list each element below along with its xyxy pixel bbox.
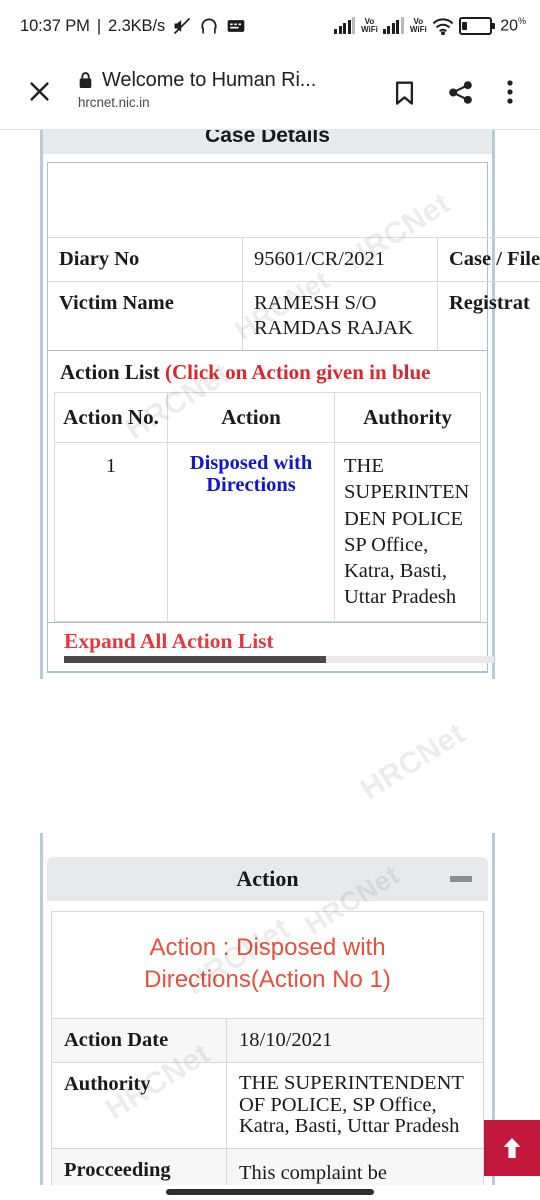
authority-label: Authority (51, 1061, 227, 1149)
minus-icon[interactable] (450, 876, 472, 882)
case-details-panel: Case Details Diary No 95601/CR/2021 Case… (40, 130, 540, 679)
table-row: Authority THE SUPERINTENDENT OF POLICE, … (51, 1061, 484, 1149)
case-details-inner: Diary No 95601/CR/2021 Case / File Victi… (47, 162, 540, 673)
cell-action: Disposed with Directions (167, 442, 335, 622)
cell-authority: THE SUPERINTENDEN POLICE SP Office, Katr… (334, 442, 481, 622)
status-bar-left: 10:37 PM | 2.3KB/s (20, 0, 246, 52)
wifi-icon (432, 17, 454, 36)
procceeding-label: Procceeding (51, 1147, 227, 1185)
scroll-to-top-button[interactable] (484, 1120, 540, 1176)
cell-action-no: 1 (54, 442, 168, 622)
web-page-viewport[interactable]: Case Details Diary No 95601/CR/2021 Case… (0, 130, 540, 1185)
more-vertical-icon[interactable] (488, 66, 532, 118)
case-panel-bottom-edge (48, 662, 487, 672)
gesture-pill[interactable] (166, 1189, 374, 1195)
status-time: 10:37 PM (20, 16, 90, 35)
action-heading: Action : Disposed with Directions(Action… (144, 934, 391, 993)
col-action: Action (167, 391, 335, 444)
case-details-header: Case Details (43, 130, 492, 154)
keyboard-icon (226, 16, 246, 36)
action-detail-table: Action Date 18/10/2021 Authority THE SUP… (51, 1017, 484, 1185)
table-row: Diary No 95601/CR/2021 Case / File (48, 237, 540, 282)
action-panel: Action Action : Disposed with Directions… (40, 857, 495, 1185)
victim-name-value: RAMESH S/O RAMDAS RAJAK (242, 281, 438, 350)
page-title: Welcome to Human Ri... (102, 68, 317, 91)
case-details-title: Case Details (205, 130, 330, 147)
authority-value: THE SUPERINTENDENT OF POLICE, SP Office,… (226, 1061, 484, 1149)
close-tab-button[interactable] (14, 66, 64, 116)
lock-icon (78, 71, 93, 89)
action-card: Action Action : Disposed with Directions… (47, 857, 488, 1185)
mute-icon (172, 16, 192, 36)
col-action-no: Action No. (54, 391, 168, 444)
registration-label: Registrat (437, 281, 540, 350)
url-block[interactable]: Welcome to Human Ri... hrcnet.nic.in (78, 66, 328, 118)
action-list-title-text: Action List (60, 360, 165, 384)
action-panel-header[interactable]: Action (47, 857, 488, 901)
vowifi-label-sim2: Vo WiFi (409, 16, 427, 34)
status-bar-right: Vo WiFi Vo WiFi 20% (334, 0, 526, 52)
horizontal-scrollbar[interactable] (64, 655, 494, 663)
case-details-table: Diary No 95601/CR/2021 Case / File Victi… (48, 237, 540, 350)
case-details-body: Diary No 95601/CR/2021 Case / File Victi… (43, 154, 540, 679)
page-url: hrcnet.nic.in (78, 95, 150, 110)
bookmark-icon[interactable] (376, 66, 432, 118)
vowifi-label-sim1: Vo WiFi (361, 16, 378, 34)
action-date-label: Action Date (51, 1017, 227, 1063)
action-heading-box: Action : Disposed with Directions(Action… (51, 911, 484, 1018)
browser-action-icons (376, 66, 532, 118)
system-navigation-bar (0, 1185, 540, 1200)
procceeding-value: This complaint be transmitted to the con… (226, 1147, 484, 1185)
action-panel-title: Action (236, 866, 299, 891)
status-data-rate: 2.3KB/s (108, 16, 166, 35)
action-list-table: Action No. Action Authority 1 Disposed w… (54, 391, 481, 622)
diary-no-value: 95601/CR/2021 (242, 237, 438, 282)
share-icon[interactable] (432, 66, 488, 118)
table-header-row: Action No. Action Authority (54, 391, 481, 444)
expand-all-action-list-link[interactable]: Expand All Action List (48, 621, 487, 654)
battery-percent-label: 20% (500, 16, 526, 35)
action-date-value: 18/10/2021 (226, 1017, 484, 1063)
table-row: Action Date 18/10/2021 (51, 1017, 484, 1063)
table-row: Procceeding This complaint be transmitte… (51, 1147, 484, 1185)
case-details-spacer (48, 163, 487, 237)
col-authority: Authority (334, 391, 481, 444)
case-file-label: Case / File (437, 237, 540, 282)
victim-name-label: Victim Name (48, 281, 243, 350)
browser-toolbar: Welcome to Human Ri... hrcnet.nic.in (0, 52, 540, 130)
action-list-table-wrap[interactable]: Action No. Action Authority 1 Disposed w… (48, 391, 487, 622)
action-card-body: Action : Disposed with Directions(Action… (47, 901, 488, 1185)
action-list-note: (Click on Action given in blue (165, 360, 431, 384)
status-separator: | (96, 16, 102, 35)
diary-no-label: Diary No (48, 237, 243, 282)
action-link[interactable]: Disposed with Directions (177, 452, 325, 496)
arrow-up-icon (503, 1138, 521, 1158)
table-row: Victim Name RAMESH S/O RAMDAS RAJAK Regi… (48, 281, 540, 350)
battery-icon (458, 17, 495, 35)
scrollbar-thumb[interactable] (64, 655, 326, 663)
headphones-icon (199, 16, 219, 36)
panel-gap (40, 833, 495, 857)
signal-bars-sim1-icon (334, 16, 356, 34)
table-row: 1 Disposed with Directions THE SUPERINTE… (54, 442, 481, 622)
status-bar: 10:37 PM | 2.3KB/s Vo WiFi Vo WiFi 20% (0, 0, 540, 52)
title-row: Welcome to Human Ri... (78, 66, 328, 94)
action-list-title: Action List (Click on Action given in bl… (48, 350, 487, 392)
watermark-text: HRCNet (354, 716, 471, 807)
signal-bars-sim2-icon (382, 16, 404, 34)
